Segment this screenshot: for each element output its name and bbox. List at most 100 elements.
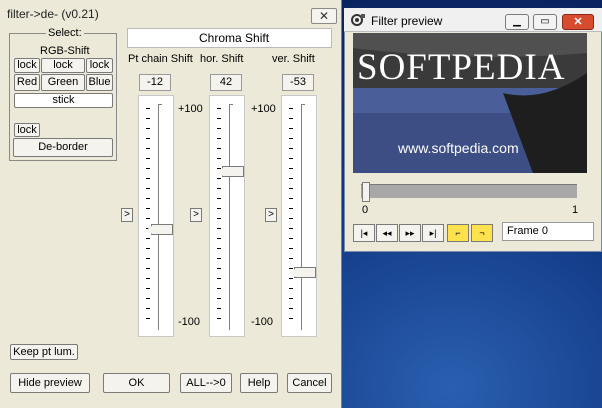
step-forward-icon[interactable]: ▸▸: [399, 224, 421, 242]
blue-button[interactable]: Blue: [86, 74, 113, 91]
minimize-button[interactable]: ▁: [505, 14, 529, 30]
slider-tick: [289, 208, 293, 209]
slider-tick: [217, 268, 221, 269]
slider-tick: [146, 108, 150, 109]
dialog-title: filter->de- (v0.21): [7, 7, 99, 21]
slider-tick: [146, 248, 150, 249]
pt-chain-slider[interactable]: [138, 95, 174, 337]
rgb-shift-label: RGB-Shift: [40, 45, 90, 57]
filter-gear-icon: [350, 13, 366, 27]
mark-in-icon[interactable]: ⌐: [447, 224, 469, 242]
preview-close-button[interactable]: ✕: [562, 14, 594, 30]
slider-tick: [146, 138, 150, 139]
deborder-button[interactable]: De-border: [13, 138, 113, 157]
slider-tick: [146, 198, 150, 199]
hor-track: [229, 104, 233, 330]
timeline-thumb[interactable]: [362, 182, 370, 202]
keep-pt-lum-checkbox[interactable]: Keep pt lum.: [10, 344, 78, 360]
go-end-icon[interactable]: ▸|: [422, 224, 444, 242]
ver-thumb[interactable]: [289, 267, 316, 279]
pt-chain-track: [158, 104, 162, 330]
slider-tick: [217, 258, 221, 259]
slider-tick: [146, 318, 150, 319]
hor-slider[interactable]: [209, 95, 245, 337]
slider-tick: [289, 288, 293, 289]
slider-tick: [146, 258, 150, 259]
slider-tick: [217, 208, 221, 209]
timeline-track[interactable]: [361, 184, 577, 198]
slider-tick: [146, 168, 150, 169]
timeline-end-label: 1: [572, 204, 579, 216]
hor-arrow-button[interactable]: >: [190, 208, 202, 222]
red-button[interactable]: Red: [14, 74, 40, 91]
slider-tick: [289, 118, 293, 119]
slider-tick: [289, 298, 293, 299]
ver-slider[interactable]: [281, 95, 317, 337]
slider-tick: [217, 218, 221, 219]
slider-tick: [217, 138, 221, 139]
slider-tick: [146, 238, 150, 239]
slider-tick: [217, 158, 221, 159]
maximize-button[interactable]: ▭: [533, 14, 557, 30]
hide-preview-button[interactable]: Hide preview: [10, 373, 90, 393]
slider-tick: [289, 308, 293, 309]
slider-tick: [146, 278, 150, 279]
slider-tick: [146, 188, 150, 189]
slider-tick: [217, 188, 221, 189]
frame-field: Frame 0: [502, 222, 594, 241]
chroma-shift-label: Chroma Shift: [199, 31, 270, 45]
help-button[interactable]: Help: [240, 373, 278, 393]
slider-tick: [289, 238, 293, 239]
slider-tick: [289, 278, 293, 279]
slider-tick: [217, 128, 221, 129]
slider-tick: [146, 118, 150, 119]
ver-arrow-button[interactable]: >: [265, 208, 277, 222]
stick-button[interactable]: stick: [14, 93, 113, 108]
slider-tick: [146, 128, 150, 129]
ver-shift-label: ver. Shift: [272, 53, 315, 65]
slider-tick: [146, 288, 150, 289]
slider-tick: [289, 108, 293, 109]
ok-button[interactable]: OK: [103, 373, 170, 393]
ver-scale-max: +100: [251, 103, 276, 115]
lock-deborder-button[interactable]: lock: [14, 123, 40, 137]
slider-tick: [217, 148, 221, 149]
slider-tick: [217, 118, 221, 119]
slider-tick: [217, 238, 221, 239]
all-zero-button[interactable]: ALL-->0: [180, 373, 232, 393]
green-button[interactable]: Green: [41, 74, 85, 91]
dialog-close-button[interactable]: ✕: [311, 8, 337, 24]
hor-value: 42: [210, 74, 242, 91]
hor-scale-min: -100: [178, 316, 201, 328]
ver-value: -53: [282, 74, 314, 91]
mark-out-icon[interactable]: ¬: [471, 224, 493, 242]
slider-tick: [289, 218, 293, 219]
slider-tick: [289, 188, 293, 189]
pt-chain-value: -12: [139, 74, 171, 91]
ver-track: [301, 104, 305, 330]
lock-green-button[interactable]: lock: [41, 58, 85, 73]
cancel-button[interactable]: Cancel: [287, 373, 332, 393]
softpedia-url-text: www.softpedia.com: [398, 140, 519, 156]
softpedia-logo-text: SOFTPEDIA: [357, 47, 566, 88]
slider-tick: [217, 298, 221, 299]
slider-tick: [217, 108, 221, 109]
slider-tick: [289, 258, 293, 259]
lock-blue-button[interactable]: lock: [86, 58, 113, 73]
step-back-icon[interactable]: ◂◂: [376, 224, 398, 242]
slider-tick: [146, 158, 150, 159]
go-start-icon[interactable]: |◂: [353, 224, 375, 242]
slider-tick: [217, 288, 221, 289]
slider-tick: [217, 178, 221, 179]
slider-tick: [217, 198, 221, 199]
slider-tick: [289, 318, 293, 319]
pt-chain-thumb[interactable]: [146, 224, 173, 236]
pt-chain-arrow-button[interactable]: >: [121, 208, 133, 222]
lock-red-button[interactable]: lock: [14, 58, 40, 73]
slider-tick: [289, 148, 293, 149]
slider-tick: [289, 228, 293, 229]
slider-tick: [289, 138, 293, 139]
slider-tick: [289, 158, 293, 159]
slider-tick: [146, 268, 150, 269]
hor-thumb[interactable]: [217, 166, 244, 178]
